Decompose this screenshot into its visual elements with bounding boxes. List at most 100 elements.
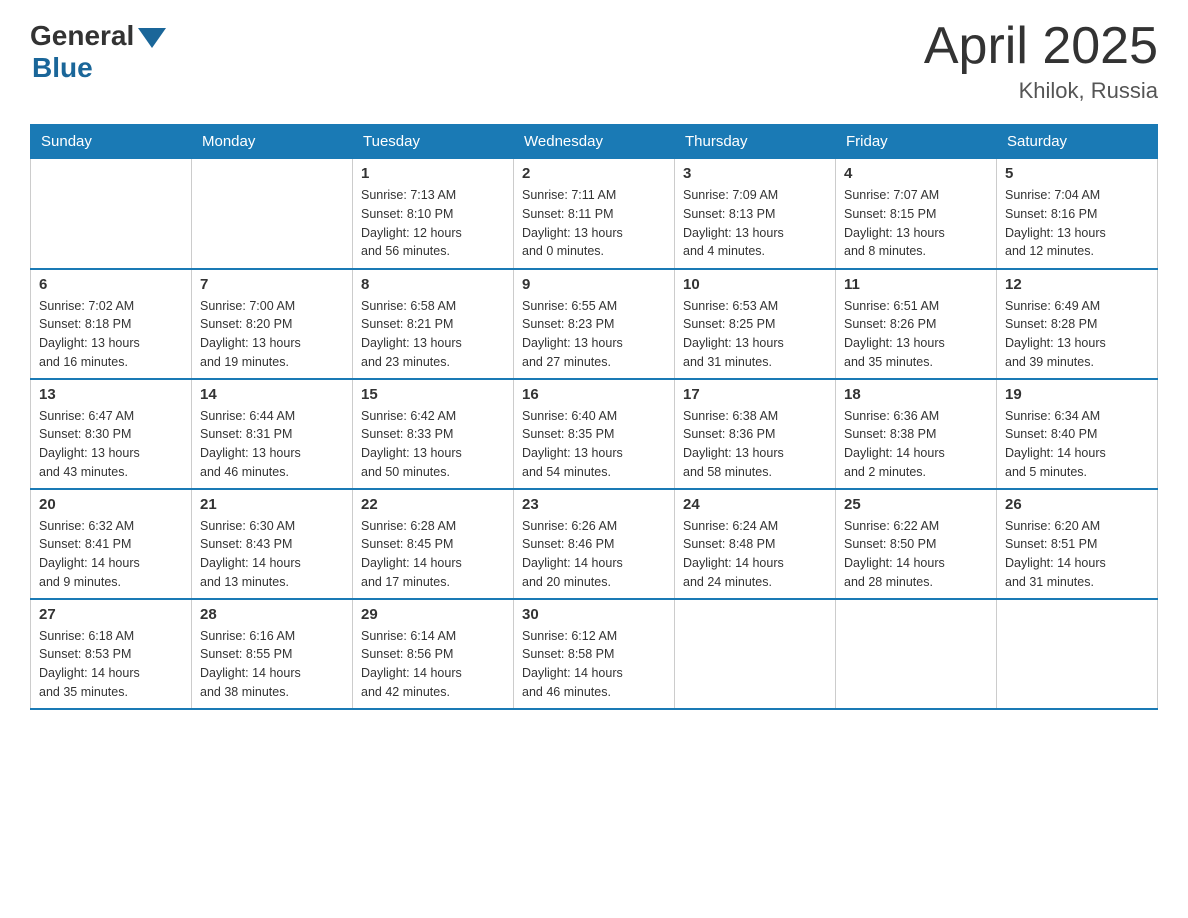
day-info: Sunrise: 7:00 AM Sunset: 8:20 PM Dayligh… [200,297,344,372]
header-friday: Friday [836,125,997,159]
day-info: Sunrise: 6:18 AM Sunset: 8:53 PM Dayligh… [39,627,183,702]
day-info: Sunrise: 6:44 AM Sunset: 8:31 PM Dayligh… [200,407,344,482]
day-info: Sunrise: 6:42 AM Sunset: 8:33 PM Dayligh… [361,407,505,482]
calendar-cell-4-0: 27 Sunrise: 6:18 AM Sunset: 8:53 PM Dayli… [31,599,192,709]
day-number: 3 [683,165,827,182]
page-header: General Blue April 2025 Khilok, Russia [30,20,1158,104]
calendar-cell-1-3: 9 Sunrise: 6:55 AM Sunset: 8:23 PM Daylig… [514,269,675,379]
calendar-cell-2-2: 15 Sunrise: 6:42 AM Sunset: 8:33 PM Dayli… [353,379,514,489]
day-info: Sunrise: 6:53 AM Sunset: 8:25 PM Dayligh… [683,297,827,372]
day-number: 23 [522,496,666,513]
calendar-cell-1-0: 6Sunrise: 7:02 AM Sunset: 8:18 PM Daylig… [31,269,192,379]
day-number: 7 [200,276,344,293]
page-title: April 2025 [924,20,1158,72]
day-info: Sunrise: 6:14 AM Sunset: 8:56 PM Dayligh… [361,627,505,702]
calendar-cell-3-2: 22 Sunrise: 6:28 AM Sunset: 8:45 PM Dayli… [353,489,514,599]
calendar-cell-3-5: 25Sunrise: 6:22 AM Sunset: 8:50 PM Dayli… [836,489,997,599]
calendar-cell-2-0: 13 Sunrise: 6:47 AM Sunset: 8:30 PM Dayli… [31,379,192,489]
calendar-cell-0-4: 3 Sunrise: 7:09 AM Sunset: 8:13 PM Daylig… [675,159,836,269]
day-number: 21 [200,496,344,513]
calendar-cell-3-1: 21 Sunrise: 6:30 AM Sunset: 8:43 PM Dayli… [192,489,353,599]
logo-general-text: General [30,20,134,52]
header-wednesday: Wednesday [514,125,675,159]
day-number: 16 [522,386,666,403]
week-row-5: 27 Sunrise: 6:18 AM Sunset: 8:53 PM Dayli… [31,599,1158,709]
day-info: Sunrise: 6:16 AM Sunset: 8:55 PM Dayligh… [200,627,344,702]
calendar-cell-2-3: 16 Sunrise: 6:40 AM Sunset: 8:35 PM Dayli… [514,379,675,489]
day-number: 26 [1005,496,1149,513]
day-info: Sunrise: 6:28 AM Sunset: 8:45 PM Dayligh… [361,517,505,592]
day-number: 12 [1005,276,1149,293]
day-info: Sunrise: 7:11 AM Sunset: 8:11 PM Dayligh… [522,186,666,261]
day-info: Sunrise: 7:02 AM Sunset: 8:18 PM Dayligh… [39,297,183,372]
day-info: Sunrise: 7:09 AM Sunset: 8:13 PM Dayligh… [683,186,827,261]
day-number: 9 [522,276,666,293]
header-row: SundayMondayTuesdayWednesdayThursdayFrid… [31,125,1158,159]
day-info: Sunrise: 7:04 AM Sunset: 8:16 PM Dayligh… [1005,186,1149,261]
day-number: 14 [200,386,344,403]
day-number: 24 [683,496,827,513]
day-number: 5 [1005,165,1149,182]
day-info: Sunrise: 6:22 AM Sunset: 8:50 PM Dayligh… [844,517,988,592]
logo: General Blue [30,20,166,84]
day-info: Sunrise: 6:36 AM Sunset: 8:38 PM Dayligh… [844,407,988,482]
calendar-cell-0-6: 5 Sunrise: 7:04 AM Sunset: 8:16 PM Daylig… [997,159,1158,269]
day-info: Sunrise: 6:55 AM Sunset: 8:23 PM Dayligh… [522,297,666,372]
calendar-cell-2-6: 19Sunrise: 6:34 AM Sunset: 8:40 PM Dayli… [997,379,1158,489]
day-info: Sunrise: 6:26 AM Sunset: 8:46 PM Dayligh… [522,517,666,592]
calendar-cell-1-6: 12 Sunrise: 6:49 AM Sunset: 8:28 PM Dayli… [997,269,1158,379]
day-number: 19 [1005,386,1149,403]
week-row-4: 20Sunrise: 6:32 AM Sunset: 8:41 PM Dayli… [31,489,1158,599]
logo-triangle-icon [138,28,166,48]
day-info: Sunrise: 6:49 AM Sunset: 8:28 PM Dayligh… [1005,297,1149,372]
calendar-cell-0-0 [31,159,192,269]
calendar-cell-0-1 [192,159,353,269]
day-info: Sunrise: 6:58 AM Sunset: 8:21 PM Dayligh… [361,297,505,372]
calendar-cell-3-3: 23 Sunrise: 6:26 AM Sunset: 8:46 PM Dayli… [514,489,675,599]
calendar-cell-0-5: 4 Sunrise: 7:07 AM Sunset: 8:15 PM Daylig… [836,159,997,269]
header-sunday: Sunday [31,125,192,159]
calendar-cell-0-3: 2 Sunrise: 7:11 AM Sunset: 8:11 PM Daylig… [514,159,675,269]
day-number: 30 [522,606,666,623]
day-info: Sunrise: 7:07 AM Sunset: 8:15 PM Dayligh… [844,186,988,261]
calendar-cell-4-6 [997,599,1158,709]
calendar-cell-0-2: 1 Sunrise: 7:13 AM Sunset: 8:10 PM Daylig… [353,159,514,269]
calendar-cell-3-4: 24Sunrise: 6:24 AM Sunset: 8:48 PM Dayli… [675,489,836,599]
calendar-body: 1 Sunrise: 7:13 AM Sunset: 8:10 PM Daylig… [31,159,1158,709]
calendar-cell-4-2: 29 Sunrise: 6:14 AM Sunset: 8:56 PM Dayli… [353,599,514,709]
calendar-cell-3-6: 26 Sunrise: 6:20 AM Sunset: 8:51 PM Dayli… [997,489,1158,599]
day-number: 8 [361,276,505,293]
calendar-table: SundayMondayTuesdayWednesdayThursdayFrid… [30,124,1158,710]
calendar-cell-1-2: 8 Sunrise: 6:58 AM Sunset: 8:21 PM Daylig… [353,269,514,379]
day-number: 22 [361,496,505,513]
day-info: Sunrise: 6:40 AM Sunset: 8:35 PM Dayligh… [522,407,666,482]
day-number: 2 [522,165,666,182]
day-info: Sunrise: 6:32 AM Sunset: 8:41 PM Dayligh… [39,517,183,592]
day-info: Sunrise: 6:51 AM Sunset: 8:26 PM Dayligh… [844,297,988,372]
week-row-3: 13 Sunrise: 6:47 AM Sunset: 8:30 PM Dayli… [31,379,1158,489]
day-info: Sunrise: 6:47 AM Sunset: 8:30 PM Dayligh… [39,407,183,482]
page-subtitle: Khilok, Russia [924,78,1158,104]
day-info: Sunrise: 6:30 AM Sunset: 8:43 PM Dayligh… [200,517,344,592]
day-number: 29 [361,606,505,623]
calendar-cell-2-4: 17Sunrise: 6:38 AM Sunset: 8:36 PM Dayli… [675,379,836,489]
day-info: Sunrise: 7:13 AM Sunset: 8:10 PM Dayligh… [361,186,505,261]
day-number: 4 [844,165,988,182]
day-number: 1 [361,165,505,182]
calendar-cell-4-5 [836,599,997,709]
calendar-cell-3-0: 20Sunrise: 6:32 AM Sunset: 8:41 PM Dayli… [31,489,192,599]
day-number: 13 [39,386,183,403]
header-tuesday: Tuesday [353,125,514,159]
calendar-header: SundayMondayTuesdayWednesdayThursdayFrid… [31,125,1158,159]
title-block: April 2025 Khilok, Russia [924,20,1158,104]
header-saturday: Saturday [997,125,1158,159]
calendar-cell-1-1: 7 Sunrise: 7:00 AM Sunset: 8:20 PM Daylig… [192,269,353,379]
calendar-cell-1-4: 10Sunrise: 6:53 AM Sunset: 8:25 PM Dayli… [675,269,836,379]
day-info: Sunrise: 6:38 AM Sunset: 8:36 PM Dayligh… [683,407,827,482]
week-row-1: 1 Sunrise: 7:13 AM Sunset: 8:10 PM Daylig… [31,159,1158,269]
day-number: 27 [39,606,183,623]
logo-blue-text: Blue [32,52,93,84]
calendar-cell-2-1: 14 Sunrise: 6:44 AM Sunset: 8:31 PM Dayli… [192,379,353,489]
day-number: 15 [361,386,505,403]
day-info: Sunrise: 6:20 AM Sunset: 8:51 PM Dayligh… [1005,517,1149,592]
